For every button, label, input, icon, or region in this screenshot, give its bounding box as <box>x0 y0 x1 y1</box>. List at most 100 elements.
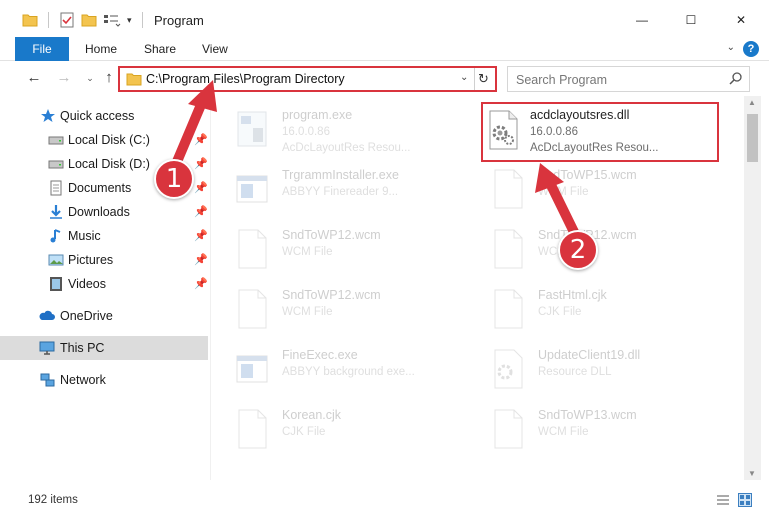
pane-divider <box>210 100 211 480</box>
customize-view-icon[interactable] <box>103 13 121 27</box>
blank-file-icon <box>494 409 523 449</box>
tab-share[interactable]: Share <box>144 37 176 61</box>
expand-ribbon-icon[interactable]: ⌄ <box>727 42 735 53</box>
blank-file-icon <box>494 289 523 329</box>
pin-icon: 📌 <box>194 206 208 218</box>
file-item[interactable]: TrgrammInstaller.exe ABBYY Finereader 9.… <box>225 162 470 220</box>
pin-icon: 📌 <box>194 230 208 242</box>
file-name: program.exe <box>282 108 353 122</box>
dll-gear-icon <box>489 110 518 150</box>
app-window-icon <box>236 355 268 383</box>
tab-file[interactable]: File <box>15 37 69 61</box>
sidebar-item-network[interactable]: Network <box>0 368 208 392</box>
music-icon <box>50 229 61 243</box>
item-count: 192 items <box>28 494 78 506</box>
forward-arrow-icon[interactable]: → <box>54 68 74 88</box>
search-input[interactable]: Search Program <box>507 66 750 92</box>
documents-icon <box>50 180 62 196</box>
sidebar-item-videos[interactable]: Videos 📌 <box>0 272 208 296</box>
folder-icon <box>22 14 38 27</box>
file-detail: WCM File <box>538 426 589 438</box>
recent-locations-icon[interactable]: ⌄ <box>80 68 100 88</box>
folder-icon <box>126 73 142 86</box>
address-bar[interactable]: C:\Program Files\Program Directory ⌄ ↻ <box>118 66 497 92</box>
computer-icon <box>39 341 55 355</box>
qat-dropdown-icon[interactable]: ▾ <box>127 15 132 26</box>
new-folder-icon[interactable] <box>81 13 97 27</box>
help-button[interactable]: ? <box>743 41 759 57</box>
dll-gear-icon <box>494 349 523 389</box>
sidebar-item-label: Videos <box>68 277 106 291</box>
file-item[interactable]: SndToWP13.wcm WCM File <box>481 402 726 460</box>
file-detail: AcDcLayoutRes Resou... <box>530 142 659 154</box>
sidebar-item-label: Local Disk (D:) <box>68 157 150 171</box>
sidebar-item-pictures[interactable]: Pictures 📌 <box>0 248 208 272</box>
pin-icon: 📌 <box>194 254 208 266</box>
pin-icon: 📌 <box>194 182 208 194</box>
file-detail: 16.0.0.86 <box>530 126 578 138</box>
drive-icon <box>48 160 64 169</box>
pictures-icon <box>48 254 64 266</box>
file-item[interactable]: Korean.cjk CJK File <box>225 402 470 460</box>
file-detail: WCM File <box>538 186 589 198</box>
toolbar-divider <box>141 12 143 28</box>
file-name: FastHtml.cjk <box>538 288 607 302</box>
file-item[interactable]: SndToWP15.wcm WCM File <box>481 162 726 220</box>
file-name: SndToWP12.wcm <box>282 228 381 242</box>
pin-icon: 📌 <box>194 134 208 146</box>
navigation-pane: Quick access Local Disk (C:) 📌 Local Dis… <box>0 100 211 490</box>
properties-icon[interactable] <box>59 12 75 28</box>
toolbar-divider <box>48 12 49 28</box>
file-item-highlighted[interactable]: acdclayoutsres.dll 16.0.0.86 AcDcLayoutR… <box>481 102 719 162</box>
file-name: SndToWP13.wcm <box>538 408 637 422</box>
address-path[interactable]: C:\Program Files\Program Directory <box>146 72 345 86</box>
sidebar-item-this-pc[interactable]: This PC <box>0 336 208 360</box>
refresh-icon[interactable]: ↻ <box>478 71 489 87</box>
scroll-down-icon[interactable]: ▼ <box>748 469 756 478</box>
file-name: SndToWP12.wcm <box>282 288 381 302</box>
file-name: FineExec.exe <box>282 348 358 362</box>
sidebar-item-downloads[interactable]: Downloads 📌 <box>0 200 208 224</box>
status-bar: 192 items <box>0 488 769 512</box>
scroll-thumb[interactable] <box>747 114 758 162</box>
file-item[interactable]: FastHtml.cjk CJK File <box>481 282 726 340</box>
file-item[interactable]: SndToWP12.wcm WCM File <box>225 282 470 340</box>
chevron-down-icon[interactable]: ⌄ <box>460 72 468 83</box>
tab-view[interactable]: View <box>202 37 228 61</box>
ribbon-tabs: File Home Share View ⌄ ? <box>0 37 769 61</box>
sidebar-item-quick-access[interactable]: Quick access <box>0 104 208 128</box>
file-explorer-window: ▾ Program — ☐ ✕ File Home Share View ⌄ ?… <box>0 0 769 529</box>
window-title: Program <box>154 13 204 28</box>
network-icon <box>40 373 55 387</box>
file-item[interactable]: UpdateClient19.dll Resource DLL <box>481 342 726 400</box>
minimize-button[interactable]: — <box>619 0 665 40</box>
sidebar-item-music[interactable]: Music 📌 <box>0 224 208 248</box>
file-name: Korean.cjk <box>282 408 342 422</box>
scroll-up-icon[interactable]: ▲ <box>748 98 756 107</box>
vertical-scrollbar[interactable]: ▲ ▼ <box>744 96 761 480</box>
cloud-icon <box>39 310 55 320</box>
blank-file-icon <box>494 229 523 269</box>
tab-home[interactable]: Home <box>85 37 117 61</box>
navigation-bar: ← → ⌄ ↑ C:\Program Files\Program Directo… <box>0 62 769 94</box>
close-button[interactable]: ✕ <box>718 0 764 40</box>
blank-file-icon <box>238 229 267 269</box>
sidebar-item-local-disk-c[interactable]: Local Disk (C:) 📌 <box>0 128 208 152</box>
sidebar-item-onedrive[interactable]: OneDrive <box>0 304 208 328</box>
maximize-button[interactable]: ☐ <box>668 0 714 40</box>
file-item[interactable]: program.exe 16.0.0.86 AcDcLayoutRes Reso… <box>225 102 470 160</box>
file-name: UpdateClient19.dll <box>538 348 641 362</box>
file-detail: Resource DLL <box>538 366 612 378</box>
details-view-icon[interactable] <box>716 494 730 506</box>
back-arrow-icon[interactable]: ← <box>24 68 44 88</box>
app-window-icon <box>236 175 268 203</box>
search-icon[interactable] <box>729 71 743 85</box>
up-arrow-icon[interactable]: ↑ <box>99 68 119 88</box>
sidebar-item-label: Music <box>68 229 101 243</box>
file-item[interactable]: SndToWP12.wcm WCM File <box>225 222 470 280</box>
large-icons-view-icon[interactable] <box>738 493 752 507</box>
file-item[interactable]: FineExec.exe ABBYY background exe... <box>225 342 470 400</box>
sidebar-item-label: Local Disk (C:) <box>68 133 150 147</box>
file-item[interactable]: SndToWP12.wcm WCM File <box>481 222 726 280</box>
callout-badge-2: 2 <box>558 230 598 270</box>
